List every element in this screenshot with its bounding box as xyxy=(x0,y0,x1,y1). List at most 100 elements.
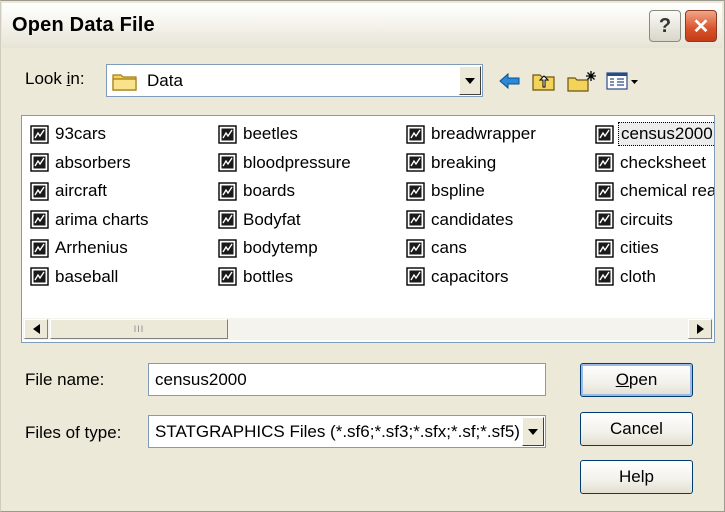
file-item[interactable]: boards xyxy=(218,177,353,206)
file-name-input[interactable] xyxy=(148,363,546,396)
file-item[interactable]: baseball xyxy=(30,263,151,292)
statgraphics-file-icon xyxy=(406,210,425,229)
statgraphics-file-icon xyxy=(406,125,425,144)
view-menu-button[interactable] xyxy=(605,67,641,95)
file-column-2: beetles bloodpressure boards Bodyfat bodytem… xyxy=(218,120,353,291)
file-item-label: baseball xyxy=(55,266,119,286)
file-item-label: capacitors xyxy=(431,266,509,286)
grip-icon: III xyxy=(133,324,145,334)
file-item[interactable]: census2000 xyxy=(595,120,714,149)
statgraphics-file-icon xyxy=(218,210,237,229)
chevron-down-icon xyxy=(465,77,475,84)
statgraphics-file-icon xyxy=(595,267,614,286)
statgraphics-file-icon xyxy=(595,182,614,201)
file-item-label: beetles xyxy=(243,124,298,144)
statgraphics-file-icon xyxy=(595,210,614,229)
file-item[interactable]: bspline xyxy=(406,177,538,206)
file-item[interactable]: Arrhenius xyxy=(30,234,151,263)
file-item-label: breaking xyxy=(431,152,497,172)
files-of-type-combo[interactable]: STATGRAPHICS Files (*.sf6;*.sf3;*.sfx;*.… xyxy=(148,415,546,448)
file-item[interactable]: circuits xyxy=(595,206,714,235)
file-item[interactable]: absorbers xyxy=(30,149,151,178)
statgraphics-file-icon xyxy=(218,125,237,144)
file-item-label: 93cars xyxy=(55,124,107,144)
chevron-left-icon xyxy=(32,324,40,334)
file-item[interactable]: bodytemp xyxy=(218,234,353,263)
cancel-button[interactable]: Cancel xyxy=(580,412,693,446)
back-button[interactable] xyxy=(495,67,525,95)
scroll-left-button[interactable] xyxy=(24,319,48,339)
file-list[interactable]: 93cars absorbers aircraft arima charts Arrhe… xyxy=(21,115,715,343)
file-item-label: breadwrapper xyxy=(431,124,536,144)
file-item[interactable]: chemical rea xyxy=(595,177,714,206)
look-in-combo[interactable]: Data xyxy=(106,64,483,97)
statgraphics-file-icon xyxy=(218,267,237,286)
file-column-4: census2000 checksheet chemical rea circuits… xyxy=(595,120,714,292)
close-button[interactable]: ✕ xyxy=(685,10,717,42)
file-item[interactable]: aircraft xyxy=(30,177,151,206)
file-item[interactable]: candidates xyxy=(406,206,538,235)
folder-icon xyxy=(112,74,137,91)
statgraphics-file-icon xyxy=(406,182,425,201)
file-item[interactable]: bloodpressure xyxy=(218,149,353,178)
files-of-type-label: Files of type: xyxy=(25,423,122,442)
statgraphics-file-icon xyxy=(218,182,237,201)
statgraphics-file-icon xyxy=(406,153,425,172)
title-bar[interactable]: Open Data File ? ✕ xyxy=(2,3,722,48)
file-item-label: boards xyxy=(243,181,295,201)
statgraphics-file-icon xyxy=(595,153,614,172)
open-button[interactable]: Open xyxy=(580,363,693,397)
horizontal-scrollbar[interactable]: III xyxy=(23,318,713,340)
help-title-button[interactable]: ? xyxy=(649,10,681,42)
file-item-label: bloodpressure xyxy=(243,152,351,172)
file-item[interactable]: bottles xyxy=(218,263,353,292)
file-item-label: bspline xyxy=(431,181,485,201)
file-item[interactable]: cloth xyxy=(595,263,714,292)
file-item-label: circuits xyxy=(620,209,673,229)
chevron-right-icon xyxy=(696,324,704,334)
statgraphics-file-icon xyxy=(595,239,614,258)
statgraphics-file-icon xyxy=(406,239,425,258)
file-item[interactable]: Bodyfat xyxy=(218,206,353,235)
file-column-1: 93cars absorbers aircraft arima charts Arrhe… xyxy=(30,120,151,291)
file-item-label: absorbers xyxy=(55,152,131,172)
help-button-label: Help xyxy=(619,467,654,486)
file-item-label: Bodyfat xyxy=(243,209,301,229)
new-folder-icon xyxy=(567,71,596,92)
file-item-label: checksheet xyxy=(620,152,706,172)
file-item-label: Arrhenius xyxy=(55,238,128,258)
file-item[interactable]: arima charts xyxy=(30,206,151,235)
question-icon: ? xyxy=(658,14,672,37)
scroll-thumb[interactable]: III xyxy=(50,319,228,339)
file-item-label: cans xyxy=(431,238,467,258)
scroll-right-button[interactable] xyxy=(688,319,712,339)
file-item-label: candidates xyxy=(431,209,514,229)
statgraphics-file-icon xyxy=(218,153,237,172)
file-item[interactable]: cities xyxy=(595,234,714,263)
file-item[interactable]: breaking xyxy=(406,149,538,178)
statgraphics-file-icon xyxy=(595,125,614,144)
close-icon: ✕ xyxy=(692,15,710,38)
statgraphics-file-icon xyxy=(218,239,237,258)
open-data-file-dialog: Open Data File ? ✕ Look in: Data 93cars … xyxy=(0,0,725,512)
files-of-type-dropdown-button[interactable] xyxy=(522,417,544,446)
file-item[interactable]: breadwrapper xyxy=(406,120,538,149)
file-item[interactable]: capacitors xyxy=(406,263,538,292)
file-item[interactable]: cans xyxy=(406,234,538,263)
file-item-label: census2000 xyxy=(618,122,714,147)
help-button[interactable]: Help xyxy=(580,460,693,494)
view-menu-icon xyxy=(606,72,638,90)
file-item-label: cities xyxy=(620,238,659,258)
statgraphics-file-icon xyxy=(406,267,425,286)
open-button-label: Open xyxy=(615,370,658,389)
up-folder-button[interactable] xyxy=(529,67,559,95)
statgraphics-file-icon xyxy=(30,210,49,229)
file-item[interactable]: beetles xyxy=(218,120,353,149)
statgraphics-file-icon xyxy=(30,239,49,258)
files-of-type-value: STATGRAPHICS Files (*.sf6;*.sf3;*.sfx;*.… xyxy=(155,422,520,441)
file-item[interactable]: 93cars xyxy=(30,120,151,149)
look-in-dropdown-button[interactable] xyxy=(459,66,481,95)
file-item[interactable]: checksheet xyxy=(595,149,714,178)
new-folder-button[interactable] xyxy=(565,67,599,95)
chevron-down-icon xyxy=(528,428,538,435)
